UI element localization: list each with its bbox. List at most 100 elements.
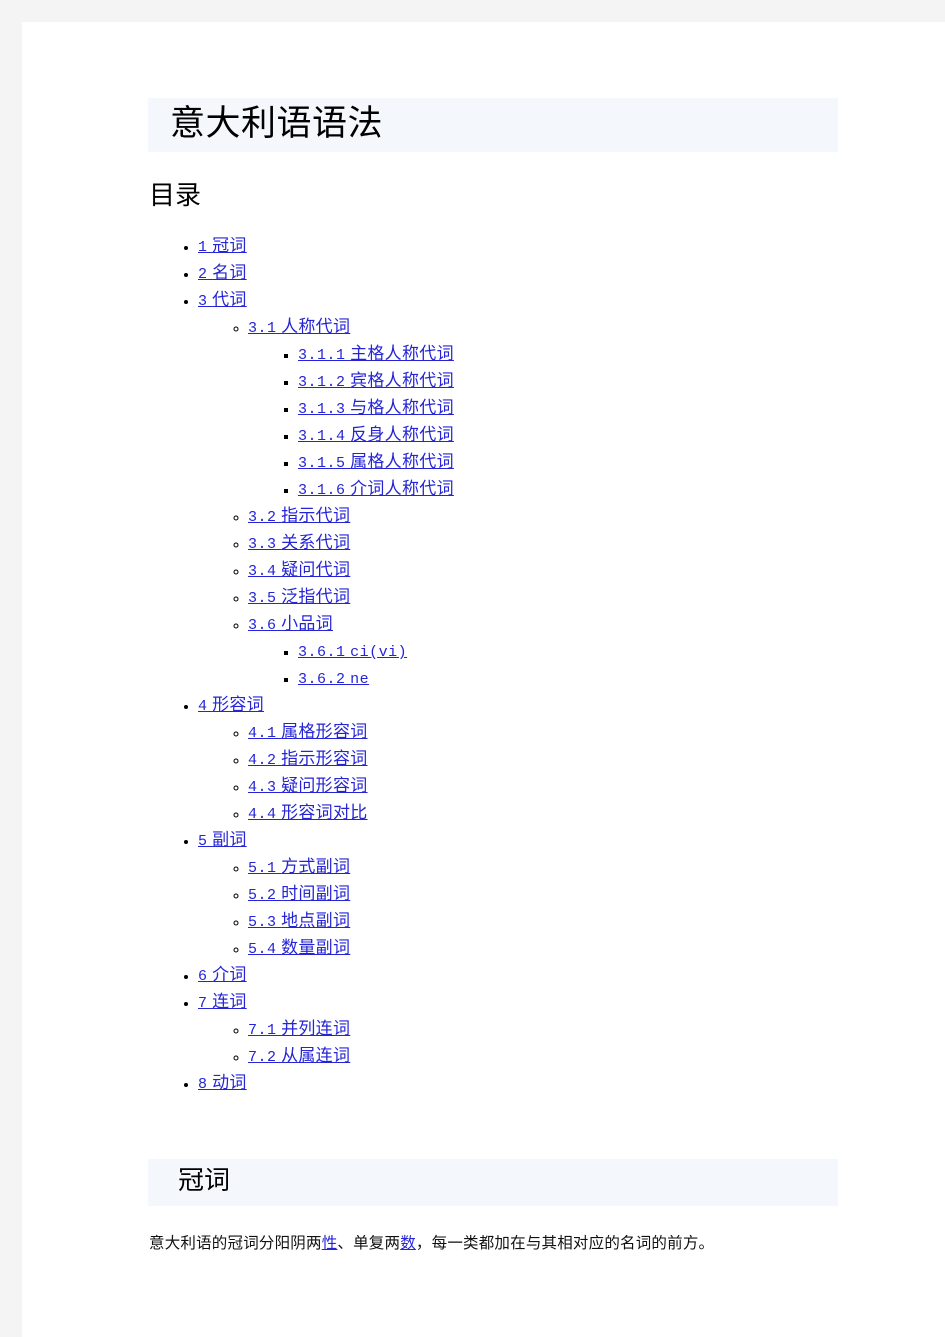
toc-link-3.1.2[interactable]: 3.1.2 宾格人称代词	[298, 371, 454, 391]
toc-link-5.2[interactable]: 5.2 时间副词	[248, 884, 351, 904]
toc-item-label: 宾格人称代词	[350, 371, 454, 391]
toc-item-label: ci(vi)	[350, 644, 408, 662]
toc-item-level-3: 3.1.3 与格人称代词	[298, 395, 838, 422]
toc-item-level-2: 3.2 指示代词	[248, 503, 838, 530]
toc-link-3.1.3[interactable]: 3.1.3 与格人称代词	[298, 398, 454, 419]
toc-item-level-2: 5.4 数量副词	[248, 935, 838, 962]
section-paragraph: 意大利语的冠词分阳阴两性、单复两数，每一类都加在与其相对应的名词的前方。	[148, 1232, 838, 1256]
page-title: 意大利语语法	[148, 98, 838, 153]
toc-item-level-3: 3.1.4 反身人称代词	[298, 422, 838, 449]
toc-item-number: 4.4	[248, 806, 277, 824]
toc-item-label: 地点副词	[281, 911, 351, 931]
toc-item-level-3: 3.1.2 宾格人称代词	[298, 368, 838, 395]
inline-link-数[interactable]: 数	[400, 1235, 416, 1252]
toc-item-level-1: 6 介词	[198, 962, 838, 989]
toc-item-number: 3.3	[248, 536, 277, 554]
toc-link-8[interactable]: 8 动词	[198, 1073, 247, 1093]
toc-item-label: 属格形容词	[281, 722, 368, 742]
toc-item-level-1: 7 连词7.1 并列连词 7.2 从属连词	[198, 989, 838, 1070]
toc-item-number: 4.2	[248, 752, 277, 770]
toc-sublist-level-2: 5.1 方式副词 5.2 时间副词 5.3 地点副词 5.4 数量副词	[198, 854, 838, 962]
toc-link-5.1[interactable]: 5.1 方式副词	[248, 857, 350, 878]
toc-link-4.4[interactable]: 4.4 形容词对比	[248, 803, 368, 824]
toc-heading: 目录	[149, 181, 202, 211]
toc-link-7.2[interactable]: 7.2 从属连词	[248, 1046, 351, 1066]
toc-item-label: 关系代词	[281, 533, 351, 553]
toc-item-label: 介词	[212, 965, 247, 985]
toc-sublist-level-3: 3.1.1 主格人称代词3.1.2 宾格人称代词3.1.3 与格人称代词3.1.…	[248, 341, 838, 503]
toc-item-number: 5	[198, 833, 208, 851]
page-canvas: 意大利语语法 目录 1 冠词 2 名词 3 代词3.1 人称代词 3.1.1 主格人称…	[22, 22, 945, 1337]
toc-item-number: 6	[198, 968, 208, 986]
toc-item-level-3: 3.1.6 介词人称代词	[298, 476, 838, 503]
toc-item-level-3: 3.6.1 ci(vi)	[298, 638, 838, 665]
toc-link-3.1[interactable]: 3.1 人称代词	[248, 317, 350, 337]
toc-item-level-2: 4.2 指示形容词	[248, 746, 838, 773]
toc-item-level-1: 2 名词	[198, 260, 838, 287]
toc-item-label: 连词	[212, 992, 247, 1012]
toc-link-3.1.5[interactable]: 3.1.5 属格人称代词	[298, 452, 454, 473]
toc-link-3.6.2[interactable]: 3.6.2 ne	[298, 668, 369, 689]
toc-item-level-2: 5.2 时间副词	[248, 881, 838, 908]
toc-item-level-2: 3.3 关系代词	[248, 530, 838, 557]
toc-item-number: 3.6.1	[298, 644, 346, 662]
toc-link-6[interactable]: 6 介词	[198, 965, 247, 986]
toc-item-label: 从属连词	[281, 1046, 351, 1066]
toc-link-7.1[interactable]: 7.1 并列连词	[248, 1019, 351, 1040]
inline-link-性[interactable]: 性	[322, 1235, 338, 1252]
content-column: 意大利语语法 目录 1 冠词 2 名词 3 代词3.1 人称代词 3.1.1 主格人称…	[148, 98, 838, 1256]
toc-item-label: 数量副词	[281, 938, 351, 958]
toc-link-3.6.1[interactable]: 3.6.1 ci(vi)	[298, 641, 408, 662]
toc-item-label: 冠词	[212, 236, 247, 256]
toc-item-number: 3.1.3	[298, 401, 346, 419]
toc-link-4[interactable]: 4 形容词	[198, 695, 264, 715]
toc-item-label: 代词	[212, 290, 247, 310]
toc-item-level-2: 4.1 属格形容词	[248, 719, 838, 746]
toc-link-7[interactable]: 7 连词	[198, 992, 247, 1012]
toc-item-label: 泛指代词	[281, 587, 351, 607]
toc-item-level-2: 3.5 泛指代词	[248, 584, 838, 611]
toc-item-label: 疑问代词	[281, 560, 351, 580]
toc-item-level-1: 3 代词3.1 人称代词 3.1.1 主格人称代词 3.1.2 宾格人称代词 3.1.…	[198, 287, 838, 692]
toc-item-level-3: 3.1.5 属格人称代词	[298, 449, 838, 476]
toc-link-3.1.1[interactable]: 3.1.1 主格人称代词	[298, 344, 454, 364]
toc-item-label: 时间副词	[281, 884, 351, 904]
toc-item-number: 4.3	[248, 779, 277, 797]
section-heading: 冠词	[148, 1159, 838, 1207]
toc-item-level-1: 1 冠词	[198, 233, 838, 260]
toc-link-3.4[interactable]: 3.4 疑问代词	[248, 560, 351, 581]
toc-link-3.1.4[interactable]: 3.1.4 反身人称代词	[298, 425, 454, 445]
toc-link-3.2[interactable]: 3.2 指示代词	[248, 506, 350, 526]
toc-link-5.4[interactable]: 5.4 数量副词	[248, 938, 351, 959]
toc-item-level-3: 3.6.2 ne	[298, 665, 838, 692]
toc-link-4.2[interactable]: 4.2 指示形容词	[248, 749, 368, 770]
toc-link-4.1[interactable]: 4.1 属格形容词	[248, 722, 368, 743]
toc-link-2[interactable]: 2 名词	[198, 263, 247, 283]
toc-item-number: 3.4	[248, 563, 277, 581]
toc-item-number: 3.1.5	[298, 455, 346, 473]
toc-item-label: 指示形容词	[281, 749, 368, 769]
toc-item-level-1: 8 动词	[198, 1070, 838, 1097]
toc-link-4.3[interactable]: 4.3 疑问形容词	[248, 776, 368, 797]
toc-link-3[interactable]: 3 代词	[198, 290, 247, 310]
toc-item-level-3: 3.1.1 主格人称代词	[298, 341, 838, 368]
section-articles: 冠词 意大利语的冠词分阳阴两性、单复两数，每一类都加在与其相对应的名词的前方。	[148, 1159, 838, 1256]
toc-item-level-2: 5.1 方式副词	[248, 854, 838, 881]
toc-item-label: 并列连词	[281, 1019, 351, 1039]
toc-item-number: 5.4	[248, 941, 277, 959]
toc-link-3.6[interactable]: 3.6 小品词	[248, 614, 333, 634]
toc-item-number: 4.1	[248, 725, 277, 743]
toc-link-5[interactable]: 5 副词	[198, 830, 247, 851]
toc-item-label: 介词人称代词	[350, 479, 454, 499]
toc-item-level-2: 3.1 人称代词 3.1.1 主格人称代词 3.1.2 宾格人称代词 3.1.3 与格…	[248, 314, 838, 503]
toc-link-3.3[interactable]: 3.3 关系代词	[248, 533, 351, 554]
toc-link-5.3[interactable]: 5.3 地点副词	[248, 911, 351, 931]
toc-item-number: 5.1	[248, 860, 277, 878]
paragraph-text-4: ，每一类都加在与其相对应的名词的前方。	[415, 1235, 715, 1253]
toc-item-number: 3.6.2	[298, 671, 346, 689]
toc-link-1[interactable]: 1 冠词	[198, 236, 247, 256]
toc-item-number: 3.1.6	[298, 482, 346, 500]
toc-item-number: 7.1	[248, 1022, 277, 1040]
toc-link-3.5[interactable]: 3.5 泛指代词	[248, 587, 351, 607]
toc-link-3.1.6[interactable]: 3.1.6 介词人称代词	[298, 479, 454, 500]
